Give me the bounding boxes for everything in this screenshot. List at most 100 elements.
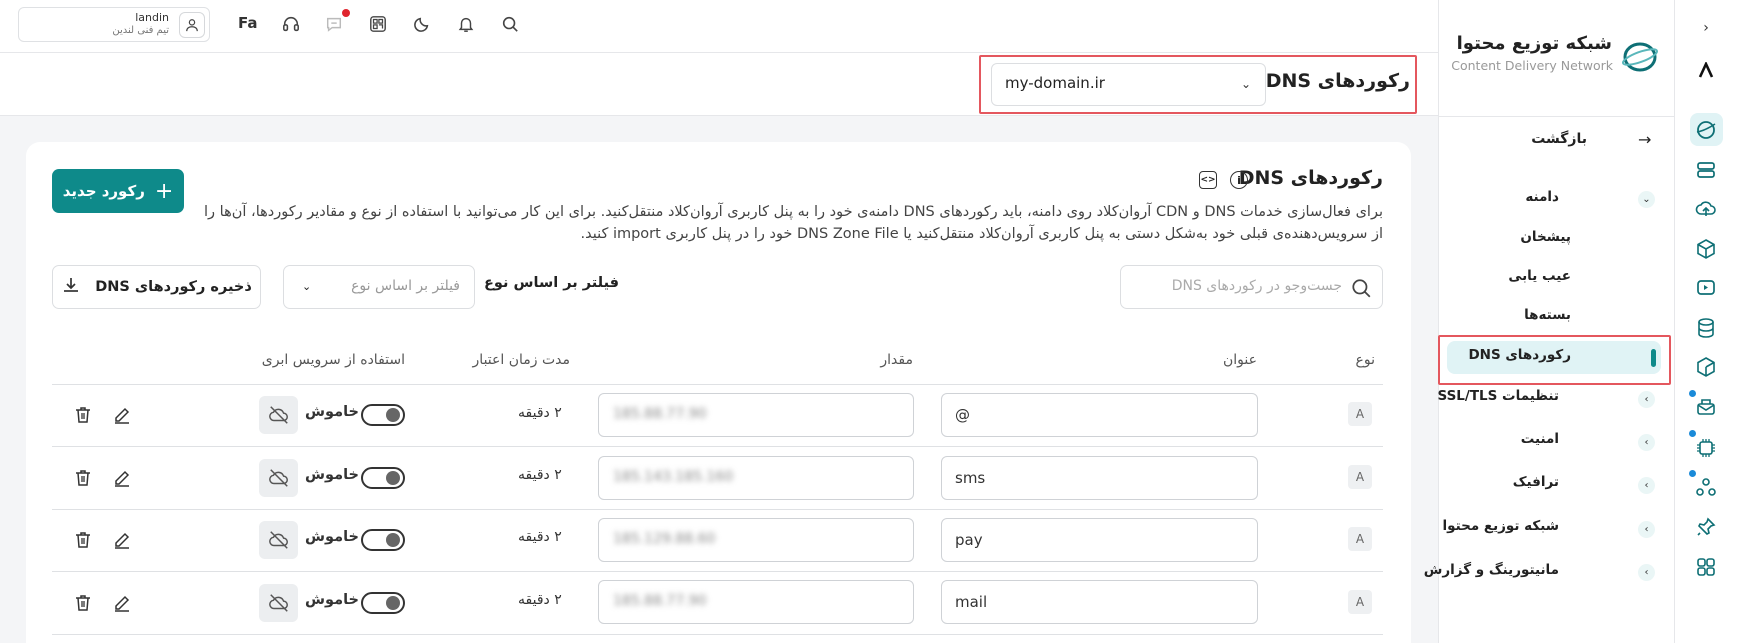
qr-code-icon[interactable] <box>368 14 388 34</box>
cloud-toggle[interactable] <box>361 592 405 614</box>
sidebar-divider <box>1438 116 1674 117</box>
sidebar-item-packages[interactable]: بسته‌ها <box>1524 307 1571 323</box>
cloud-off-icon[interactable] <box>259 584 298 622</box>
cube-icon[interactable] <box>1692 353 1720 381</box>
search-placeholder: جست‌وجو در رکوردهای DNS <box>1171 278 1342 294</box>
record-title-field[interactable]: sms <box>941 456 1258 500</box>
mail-icon[interactable] <box>1692 393 1720 421</box>
record-value: 185.88.77.90 <box>613 593 707 609</box>
filter-label: فیلتر بر اساس نوع <box>484 275 620 291</box>
header-divider <box>52 384 1383 385</box>
chevron-down-icon[interactable]: ⌄ <box>1638 191 1655 208</box>
cloud-status: خاموش <box>305 404 359 420</box>
chevron-left-icon[interactable]: ‹ <box>1638 391 1655 408</box>
column-header-type: نوع <box>1355 352 1375 368</box>
download-icon <box>61 275 81 299</box>
cloud-upload-icon[interactable] <box>1692 195 1720 223</box>
server-icon[interactable] <box>1692 156 1720 184</box>
record-type-badge: A <box>1348 590 1372 614</box>
record-title-field[interactable]: mail <box>941 580 1258 624</box>
user-menu[interactable]: landin تیم فنی لندین <box>18 7 210 42</box>
column-header-ttl: مدت زمان اعتبار <box>472 352 570 368</box>
cdn-logo-icon <box>1621 40 1659 78</box>
row-divider <box>52 571 1383 572</box>
edit-icon[interactable] <box>112 593 132 613</box>
search-input[interactable]: جست‌وجو در رکوردهای DNS <box>1120 265 1383 309</box>
delete-icon[interactable] <box>73 405 93 425</box>
plus-icon: + <box>154 178 174 204</box>
sidebar-item-dashboard[interactable]: پیشخان <box>1520 229 1571 245</box>
record-title-field[interactable]: @ <box>941 393 1258 437</box>
cloud-off-icon[interactable] <box>259 521 298 559</box>
sidebar-item-security[interactable]: امنیت <box>1521 431 1559 447</box>
column-header-value: مقدار <box>880 352 913 368</box>
apps-grid-icon[interactable] <box>1692 553 1720 581</box>
save-records-label: ذخیره رکوردهای DNS <box>95 279 252 295</box>
chevron-left-icon[interactable]: ‹ <box>1638 521 1655 538</box>
chat-icon[interactable] <box>324 14 344 34</box>
arrow-right-icon[interactable]: → <box>1638 130 1651 149</box>
card-description: برای فعال‌سازی خدمات DNS و CDN آروان‌کلا… <box>204 204 1383 242</box>
delete-icon[interactable] <box>73 468 93 488</box>
search-icon <box>1350 277 1372 303</box>
ai-chip-icon[interactable] <box>1692 434 1720 462</box>
record-ttl: ۲ دقیقه <box>518 529 562 545</box>
chevron-left-icon[interactable]: ‹ <box>1638 564 1655 581</box>
edit-icon[interactable] <box>112 468 132 488</box>
cloud-toggle[interactable] <box>361 467 405 489</box>
search-icon[interactable] <box>500 14 520 34</box>
nodes-icon[interactable] <box>1692 473 1720 501</box>
domain-select[interactable]: my-domain.ir ⌄ <box>991 63 1266 106</box>
record-title-field[interactable]: pay <box>941 518 1258 562</box>
sidebar-item-ssl[interactable]: تنظیمات SSL/TLS <box>1437 388 1559 404</box>
sidebar-item-monitoring[interactable]: مانیتورینگ و گزارش <box>1424 562 1559 578</box>
info-icon[interactable]: i <box>1230 171 1248 189</box>
type-filter-select[interactable]: فیلتر بر اساس نوع ⌄ <box>283 265 475 309</box>
record-value-field[interactable]: 185.88.77.90 <box>598 393 914 437</box>
video-icon[interactable] <box>1692 274 1720 302</box>
record-title-value: sms <box>955 469 986 487</box>
filter-placeholder: فیلتر بر اساس نوع <box>351 278 460 294</box>
edit-icon[interactable] <box>112 530 132 550</box>
chevron-right-icon[interactable]: › <box>1692 14 1720 42</box>
database-icon[interactable] <box>1692 314 1720 342</box>
sidebar-item-troubleshoot[interactable]: عیب یابی <box>1508 268 1571 284</box>
bell-icon[interactable] <box>456 14 476 34</box>
headset-icon[interactable] <box>281 14 301 34</box>
chevron-down-icon: ⌄ <box>302 280 312 293</box>
row-divider <box>52 509 1383 510</box>
cloud-off-icon[interactable] <box>259 459 298 497</box>
pin-icon[interactable] <box>1692 513 1720 541</box>
sidebar-item-domain[interactable]: دامنه <box>1525 189 1559 205</box>
cloud-toggle[interactable] <box>361 529 405 551</box>
cloud-toggle[interactable] <box>361 404 405 426</box>
arvan-logo-icon[interactable] <box>1692 56 1720 84</box>
cloud-off-icon[interactable] <box>259 396 298 434</box>
cdn-icon[interactable] <box>1692 116 1720 144</box>
back-link[interactable]: بازگشت <box>1531 131 1587 147</box>
record-ttl: ۲ دقیقه <box>518 405 562 421</box>
record-value: 185.143.185.160 <box>613 469 734 485</box>
new-record-button[interactable]: + رکورد جدید <box>52 169 184 213</box>
sidebar-item-traffic[interactable]: ترافیک <box>1513 474 1559 490</box>
record-value-field[interactable]: 185.129.88.60 <box>598 518 914 562</box>
record-title-value: mail <box>955 593 988 611</box>
save-records-button[interactable]: ذخیره رکوردهای DNS <box>52 265 261 309</box>
chevron-left-icon[interactable]: ‹ <box>1638 477 1655 494</box>
code-icon[interactable]: <> <box>1199 171 1217 189</box>
brand-title: شبکه توزیع محتوا <box>1456 33 1612 54</box>
language-switch[interactable]: Fa <box>238 14 258 32</box>
record-value-field[interactable]: 185.143.185.160 <box>598 456 914 500</box>
column-header-cloud: استفاده از سرویس ابری <box>261 352 405 368</box>
delete-icon[interactable] <box>73 593 93 613</box>
chevron-down-icon: ⌄ <box>1240 77 1251 91</box>
delete-icon[interactable] <box>73 530 93 550</box>
dark-mode-icon[interactable] <box>412 14 432 34</box>
brand-subtitle: Content Delivery Network <box>1451 58 1613 73</box>
sidebar-item-cdn[interactable]: شبکه توزیع محتوا <box>1442 518 1559 534</box>
record-type-badge: A <box>1348 527 1372 551</box>
edit-icon[interactable] <box>112 405 132 425</box>
chevron-left-icon[interactable]: ‹ <box>1638 434 1655 451</box>
box-icon[interactable] <box>1692 235 1720 263</box>
record-value-field[interactable]: 185.88.77.90 <box>598 580 914 624</box>
